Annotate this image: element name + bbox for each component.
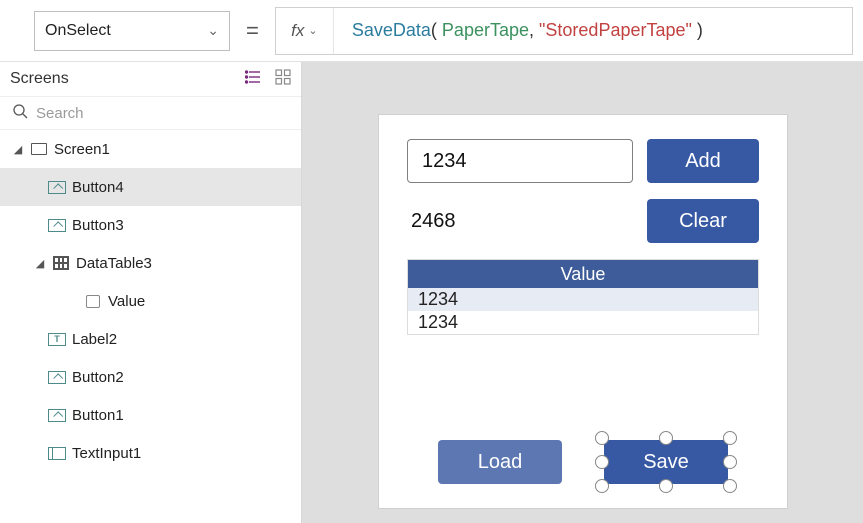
caret-down-icon[interactable]: ◢ bbox=[12, 143, 24, 156]
tree-node-button3[interactable]: Button3 bbox=[0, 206, 301, 244]
chevron-down-icon: ⌄ bbox=[207, 22, 219, 39]
tree-view: ◢ Screen1 Button4 Button3 ◢ DataTable3 V… bbox=[0, 130, 301, 472]
tree-search-row[interactable] bbox=[0, 96, 301, 130]
tree-node-label: Label2 bbox=[72, 331, 301, 348]
data-table-header[interactable]: Value bbox=[408, 260, 758, 288]
button-icon bbox=[48, 181, 66, 194]
resize-handle-icon[interactable] bbox=[659, 431, 673, 445]
tree-node-label2[interactable]: T Label2 bbox=[0, 320, 301, 358]
button-icon bbox=[48, 409, 66, 422]
clear-button[interactable]: Clear bbox=[647, 199, 759, 243]
fx-icon[interactable]: fx⌄ bbox=[276, 8, 334, 54]
grid-view-icon[interactable] bbox=[275, 69, 291, 90]
load-button-label: Load bbox=[478, 451, 523, 474]
caret-down-icon[interactable]: ◢ bbox=[34, 257, 46, 270]
tree-node-screen1[interactable]: ◢ Screen1 bbox=[0, 130, 301, 168]
save-button-label: Save bbox=[643, 451, 689, 474]
app-screen: 1234 Add 2468 Clear Value 1234 bbox=[378, 114, 788, 509]
equals-sign: = bbox=[242, 18, 263, 44]
resize-handle-icon[interactable] bbox=[595, 431, 609, 445]
property-selector[interactable]: OnSelect ⌄ bbox=[34, 11, 230, 51]
datatable-icon bbox=[52, 256, 70, 270]
tree-node-label: DataTable3 bbox=[76, 255, 301, 272]
tree-node-button1[interactable]: Button1 bbox=[0, 396, 301, 434]
button-icon bbox=[48, 371, 66, 384]
tree-node-label: Button2 bbox=[72, 369, 301, 386]
tree-node-button4[interactable]: Button4 bbox=[0, 168, 301, 206]
resize-handle-icon[interactable] bbox=[723, 479, 737, 493]
main-split: Screens ◢ Screen1 bbox=[0, 62, 863, 523]
footer-buttons: Load Save bbox=[379, 440, 787, 484]
tree-list-icon[interactable] bbox=[245, 69, 261, 90]
tree-node-label: Button4 bbox=[72, 179, 301, 196]
tree-node-datatable3[interactable]: ◢ DataTable3 bbox=[0, 244, 301, 282]
resize-handle-icon[interactable] bbox=[723, 455, 737, 469]
data-table[interactable]: Value 1234 1234 bbox=[407, 259, 759, 335]
resize-handle-icon[interactable] bbox=[595, 479, 609, 493]
table-row[interactable]: 1234 bbox=[408, 311, 758, 334]
load-button[interactable]: Load bbox=[438, 440, 562, 484]
resize-handle-icon[interactable] bbox=[595, 455, 609, 469]
add-button-label: Add bbox=[685, 150, 721, 173]
chevron-down-icon: ⌄ bbox=[308, 24, 317, 37]
clear-button-label: Clear bbox=[679, 210, 727, 233]
textinput-icon bbox=[48, 447, 66, 460]
search-icon bbox=[12, 103, 28, 123]
screen-icon bbox=[30, 143, 48, 155]
label-icon: T bbox=[48, 333, 66, 346]
resize-handle-icon[interactable] bbox=[723, 431, 737, 445]
formula-bar-row: OnSelect ⌄ = fx⌄ SaveData( PaperTape, "S… bbox=[0, 0, 863, 62]
add-button[interactable]: Add bbox=[647, 139, 759, 183]
formula-bar[interactable]: fx⌄ SaveData( PaperTape, "StoredPaperTap… bbox=[275, 7, 853, 55]
number-input[interactable]: 1234 bbox=[407, 139, 633, 183]
tree-node-button2[interactable]: Button2 bbox=[0, 358, 301, 396]
tree-node-label: TextInput1 bbox=[72, 445, 301, 462]
design-canvas[interactable]: 1234 Add 2468 Clear Value 1234 bbox=[302, 62, 863, 523]
tree-node-label: Screen1 bbox=[54, 141, 301, 158]
formula-text[interactable]: SaveData( PaperTape, "StoredPaperTape" ) bbox=[334, 20, 852, 42]
resize-handle-icon[interactable] bbox=[659, 479, 673, 493]
tree-node-label: Button3 bbox=[72, 217, 301, 234]
tree-node-label: Value bbox=[108, 293, 301, 310]
sum-label: 2468 bbox=[407, 210, 633, 233]
tree-node-label: Button1 bbox=[72, 407, 301, 424]
save-button[interactable]: Save bbox=[604, 440, 728, 484]
tree-view-title: Screens bbox=[10, 70, 69, 88]
tree-node-textinput1[interactable]: TextInput1 bbox=[0, 434, 301, 472]
property-selector-label: OnSelect bbox=[45, 22, 111, 40]
tree-search-input[interactable] bbox=[36, 105, 289, 122]
number-input-value: 1234 bbox=[422, 150, 467, 173]
tree-node-value-column[interactable]: Value bbox=[0, 282, 301, 320]
tree-view-panel: Screens ◢ Screen1 bbox=[0, 62, 302, 523]
button-icon bbox=[48, 219, 66, 232]
column-icon bbox=[84, 295, 102, 308]
table-row[interactable]: 1234 bbox=[408, 288, 758, 311]
tree-view-header: Screens bbox=[0, 62, 301, 96]
